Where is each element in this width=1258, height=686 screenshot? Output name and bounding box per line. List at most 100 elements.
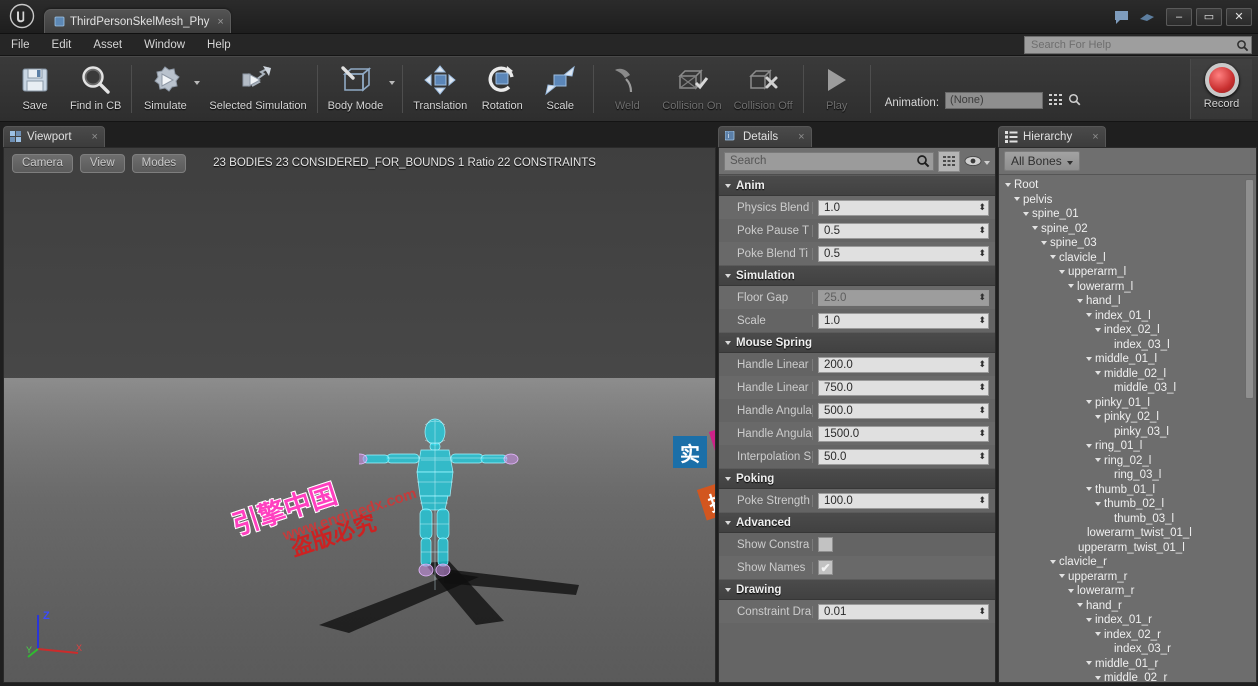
- bone-item[interactable]: clavicle_r: [999, 555, 1256, 570]
- spinner-arrows-icon[interactable]: ⬍: [978, 360, 986, 369]
- bone-item[interactable]: middle_02_l: [999, 367, 1256, 382]
- toolbar-button-find-in-cb[interactable]: Find in CB: [64, 59, 127, 121]
- bone-item[interactable]: ring_02_l: [999, 454, 1256, 469]
- toolbar-button-weld[interactable]: Weld: [598, 59, 656, 121]
- toolbar-button-scale[interactable]: Scale: [531, 59, 589, 121]
- browse-search-icon[interactable]: [1068, 93, 1081, 109]
- viewport-3d-canvas[interactable]: Camera View Modes 23 BODIES 23 CONSIDERE…: [3, 147, 716, 683]
- bone-item[interactable]: ring_03_l: [999, 468, 1256, 483]
- bone-item[interactable]: index_01_l: [999, 309, 1256, 324]
- bone-item[interactable]: index_03_l: [999, 338, 1256, 353]
- property-row-handle-linear-damping[interactable]: Handle Linear 200.0 ⬍: [719, 353, 995, 376]
- details-search-input[interactable]: [725, 155, 913, 167]
- property-row-poke-pause-time[interactable]: Poke Pause T 0.5 ⬍: [719, 219, 995, 242]
- toolbar-button-save[interactable]: Save: [6, 59, 64, 121]
- help-search-input[interactable]: [1025, 39, 1233, 51]
- bone-item[interactable]: spine_01: [999, 207, 1256, 222]
- expand-arrow-icon[interactable]: [1095, 414, 1101, 421]
- spinner-arrows-icon[interactable]: ⬍: [978, 607, 986, 616]
- property-value-field[interactable]: 1.0 ⬍: [818, 312, 989, 329]
- spinner-arrows-icon[interactable]: ⬍: [978, 316, 986, 325]
- bone-item[interactable]: hand_l: [999, 294, 1256, 309]
- bone-item[interactable]: index_03_r: [999, 642, 1256, 657]
- viewport-button-camera[interactable]: Camera: [12, 153, 73, 173]
- bone-item[interactable]: clavicle_l: [999, 251, 1256, 266]
- share-icon[interactable]: [1134, 4, 1160, 30]
- show-constraints-checkbox[interactable]: [818, 537, 833, 552]
- viewport-button-modes[interactable]: Modes: [131, 153, 187, 173]
- spinner-arrows-icon[interactable]: ⬍: [978, 249, 986, 258]
- simulate-dropdown-caret-icon[interactable]: [194, 59, 203, 121]
- property-value-field[interactable]: 500.0 ⬍: [818, 402, 989, 419]
- property-value-field[interactable]: 0.5 ⬍: [818, 222, 989, 239]
- expand-arrow-icon[interactable]: [1050, 559, 1056, 566]
- expand-arrow-icon[interactable]: [1086, 399, 1092, 406]
- property-value-field[interactable]: 1.0 ⬍: [818, 199, 989, 216]
- expand-arrow-icon[interactable]: [1086, 312, 1092, 319]
- expand-arrow-icon[interactable]: [1095, 501, 1101, 508]
- expand-arrow-icon[interactable]: [1095, 457, 1101, 464]
- bone-item[interactable]: middle_02_r: [999, 671, 1256, 682]
- bone-item[interactable]: Root: [999, 178, 1256, 193]
- bone-item[interactable]: lowerarm_r: [999, 584, 1256, 599]
- property-value-field[interactable]: 50.0 ⬍: [818, 448, 989, 465]
- tab-viewport[interactable]: Viewport ×: [3, 126, 105, 147]
- expand-arrow-icon[interactable]: [1077, 602, 1083, 609]
- tab-hierarchy[interactable]: Hierarchy ×: [998, 126, 1106, 147]
- bone-item[interactable]: lowerarm_twist_01_l: [999, 526, 1256, 541]
- toolbar-button-selected-simulation[interactable]: Selected Simulation: [203, 59, 312, 121]
- minimize-button[interactable]: –: [1166, 8, 1192, 26]
- expand-arrow-icon[interactable]: [1014, 196, 1020, 203]
- spinner-arrows-icon[interactable]: ⬍: [978, 429, 986, 438]
- expand-arrow-icon[interactable]: [1086, 356, 1092, 363]
- bone-item[interactable]: hand_r: [999, 599, 1256, 614]
- body-mode-dropdown-caret-icon[interactable]: [389, 59, 398, 121]
- toolbar-button-simulate[interactable]: Simulate: [136, 59, 194, 121]
- details-visibility-button[interactable]: [964, 152, 990, 170]
- category-header-mouse-spring[interactable]: Mouse Spring: [719, 332, 995, 353]
- tab-viewport-close-icon[interactable]: ×: [92, 131, 98, 143]
- expand-arrow-icon[interactable]: [1068, 588, 1074, 595]
- spinner-arrows-icon[interactable]: ⬍: [978, 406, 986, 415]
- expand-arrow-icon[interactable]: [1050, 254, 1056, 261]
- bone-item[interactable]: upperarm_r: [999, 570, 1256, 585]
- toolbar-button-record[interactable]: Record: [1190, 59, 1252, 119]
- expand-arrow-icon[interactable]: [1086, 443, 1092, 450]
- bone-item[interactable]: upperarm_twist_01_l: [999, 541, 1256, 556]
- show-names-checkbox[interactable]: ✔: [818, 560, 833, 575]
- tab-hierarchy-close-icon[interactable]: ×: [1092, 131, 1098, 143]
- expand-arrow-icon[interactable]: [1077, 298, 1083, 305]
- category-header-anim[interactable]: Anim: [719, 175, 995, 196]
- expand-arrow-icon[interactable]: [1059, 573, 1065, 580]
- bone-item[interactable]: pinky_03_l: [999, 425, 1256, 440]
- property-row-interpolation-speed[interactable]: Interpolation S 50.0 ⬍: [719, 445, 995, 468]
- property-row-floor-gap[interactable]: Floor Gap 25.0 ⬍: [719, 286, 995, 309]
- bone-item[interactable]: index_02_r: [999, 628, 1256, 643]
- toolbar-button-body-mode[interactable]: Body Mode: [322, 59, 390, 121]
- expand-arrow-icon[interactable]: [1086, 486, 1092, 493]
- expand-arrow-icon[interactable]: [1023, 211, 1029, 218]
- expand-arrow-icon[interactable]: [1032, 225, 1038, 232]
- menu-asset[interactable]: Asset: [82, 34, 133, 56]
- property-row-physics-blend[interactable]: Physics Blend 1.0 ⬍: [719, 196, 995, 219]
- category-header-simulation[interactable]: Simulation: [719, 265, 995, 286]
- toolbar-button-rotation[interactable]: Rotation: [473, 59, 531, 121]
- feedback-icon[interactable]: [1108, 4, 1134, 30]
- property-row-poke-strength[interactable]: Poke Strength 100.0 ⬍: [719, 489, 995, 512]
- spinner-arrows-icon[interactable]: ⬍: [978, 226, 986, 235]
- tab-details[interactable]: i Details ×: [718, 126, 812, 147]
- category-header-poking[interactable]: Poking: [719, 468, 995, 489]
- details-property-list[interactable]: Anim Physics Blend 1.0 ⬍ Poke Pause T 0.5…: [719, 174, 995, 682]
- bone-item[interactable]: index_02_l: [999, 323, 1256, 338]
- bone-item[interactable]: middle_01_r: [999, 657, 1256, 672]
- spinner-arrows-icon[interactable]: ⬍: [978, 452, 986, 461]
- grid-view-icon[interactable]: [1049, 94, 1063, 109]
- animation-combo[interactable]: (None): [945, 92, 1044, 109]
- help-search-box[interactable]: [1024, 36, 1252, 54]
- category-header-advanced[interactable]: Advanced: [719, 512, 995, 533]
- toolbar-button-translation[interactable]: Translation: [407, 59, 473, 121]
- bone-item[interactable]: spine_03: [999, 236, 1256, 251]
- bone-item[interactable]: middle_03_l: [999, 381, 1256, 396]
- bone-filter-dropdown[interactable]: All Bones: [1004, 151, 1080, 171]
- bone-hierarchy-tree[interactable]: Root pelvis spine_01 spine_02 spine_03 clavic…: [999, 174, 1256, 682]
